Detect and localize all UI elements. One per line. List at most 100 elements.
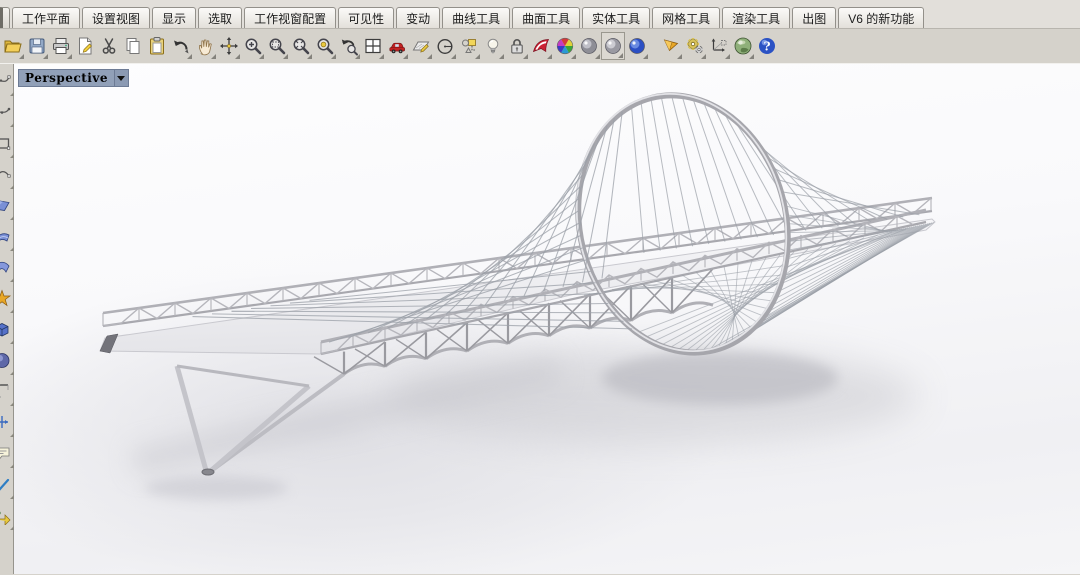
dimension-button[interactable] — [707, 32, 731, 60]
flyout-arrow-icon — [749, 54, 754, 59]
lightbulb-button[interactable] — [481, 32, 505, 60]
dimension-icon — [711, 38, 727, 52]
menu-tab[interactable]: 工作视窗配置 — [244, 7, 337, 28]
flyout-arrow-icon — [499, 54, 504, 59]
fillet-tool-button[interactable] — [0, 378, 14, 409]
menu-tab[interactable]: 选取 — [198, 7, 243, 28]
menu-tab[interactable]: 设置视图 — [82, 7, 151, 28]
menu-tab[interactable]: 工作平面 — [12, 7, 81, 28]
sphere-tool-icon — [0, 353, 10, 368]
menu-tab[interactable]: 渲染工具 — [722, 7, 791, 28]
flyout-arrow-icon — [547, 54, 552, 59]
globe-button[interactable] — [731, 32, 755, 60]
rotate-view-button[interactable] — [217, 32, 241, 60]
color-wheel-button[interactable] — [553, 32, 577, 60]
menu-tab[interactable]: 可见性 — [338, 7, 395, 28]
lock-button[interactable] — [505, 32, 529, 60]
surface-sweep-button[interactable] — [0, 254, 14, 285]
control-point-curve-icon — [0, 75, 11, 82]
flyout-arrow-icon — [618, 53, 623, 58]
help-button[interactable]: ? — [755, 32, 779, 60]
map-pen-button[interactable] — [409, 32, 433, 60]
undo-icon — [174, 40, 189, 54]
open-folder-button[interactable] — [1, 32, 25, 60]
pan-button[interactable] — [193, 32, 217, 60]
menu-tab-bar: 工作平面 设置视图 显示 选取 工作视窗配置 可见性 变动 曲线工具 曲面工具 实体工具 网格工具渲… — [0, 0, 1080, 29]
paste-button[interactable] — [145, 32, 169, 60]
arc-tool-button[interactable] — [0, 161, 14, 192]
menu-tab[interactable]: 网格工具 — [652, 7, 721, 28]
transform-tool-button[interactable] — [0, 409, 14, 440]
star-polygon-button[interactable] — [0, 285, 14, 316]
sphere-tool-button[interactable] — [0, 347, 14, 378]
new-file-button[interactable] — [73, 32, 97, 60]
help-icon: ? — [759, 38, 775, 54]
rectangle-tool-button[interactable] — [0, 130, 14, 161]
blue-sphere-button[interactable] — [625, 32, 649, 60]
menu-tab[interactable]: 曲线工具 — [442, 7, 511, 28]
save-button[interactable] — [25, 32, 49, 60]
car-button[interactable] — [385, 32, 409, 60]
annotation-tool-button[interactable] — [0, 440, 14, 471]
svg-text:?: ? — [763, 40, 770, 54]
gumball-tool-button[interactable] — [0, 502, 14, 533]
view-undo-button[interactable] — [337, 32, 361, 60]
flyout-arrow-icon — [701, 54, 706, 59]
control-point-curve-button[interactable] — [0, 68, 14, 99]
zoom-extents-button[interactable] — [289, 32, 313, 60]
circle-tool-button[interactable] — [433, 32, 457, 60]
gears-button[interactable] — [683, 32, 707, 60]
flyout-arrow-icon — [595, 54, 600, 59]
flyout-arrow-icon — [451, 54, 456, 59]
render-sphere-boxed-button[interactable] — [601, 32, 625, 60]
surface-loft-button[interactable] — [0, 223, 14, 254]
select-shapes-button[interactable] — [457, 32, 481, 60]
perspective-viewport[interactable]: Perspective — [14, 64, 1080, 574]
annotation-tool-icon — [0, 447, 10, 459]
rectangle-tool-icon — [0, 138, 11, 150]
flyout-arrow-icon — [677, 54, 682, 59]
check-tool-button[interactable] — [0, 471, 14, 502]
left-toolbar — [0, 64, 14, 574]
color-wheel-icon — [556, 37, 574, 55]
view-undo-icon — [341, 39, 358, 56]
zoom-window-button[interactable] — [265, 32, 289, 60]
print-button[interactable] — [49, 32, 73, 60]
clipped-tab[interactable] — [0, 7, 10, 28]
globe-icon — [734, 37, 752, 55]
flyout-arrow-icon — [403, 54, 408, 59]
render-sphere-button[interactable] — [577, 32, 601, 60]
copy-button[interactable] — [121, 32, 145, 60]
flamingo-button[interactable] — [529, 32, 553, 60]
cone-button[interactable] — [659, 32, 683, 60]
zoom-in-button[interactable] — [241, 32, 265, 60]
flyout-arrow-icon — [331, 54, 336, 59]
lock-icon — [511, 39, 523, 54]
flyout-arrow-icon — [523, 54, 528, 59]
bridge-3d-model — [99, 92, 936, 500]
menu-tab[interactable]: V6 的新功能 — [838, 7, 925, 28]
open-folder-icon — [4, 40, 22, 53]
viewport-layout-button[interactable] — [361, 32, 385, 60]
circle-tool-icon — [437, 38, 453, 55]
menu-tab[interactable]: 变动 — [396, 7, 441, 28]
menu-tab[interactable]: 实体工具 — [582, 7, 651, 28]
undo-button[interactable] — [169, 32, 193, 60]
menu-tab[interactable]: 曲面工具 — [512, 7, 581, 28]
menu-tab[interactable]: 显示 — [152, 7, 197, 28]
transform-tool-icon — [0, 416, 8, 428]
new-file-icon — [79, 37, 92, 55]
surface-plane-button[interactable] — [0, 192, 14, 223]
menu-tab[interactable]: 出图 — [792, 7, 837, 28]
gumball-tool-icon — [0, 511, 11, 526]
interpolate-curve-button[interactable] — [0, 99, 14, 130]
solid-box-button[interactable] — [0, 316, 14, 347]
cut-button[interactable] — [97, 32, 121, 60]
car-icon — [389, 42, 405, 54]
zoom-in-icon — [245, 38, 262, 55]
flyout-arrow-icon — [571, 54, 576, 59]
zoom-selected-button[interactable] — [313, 32, 337, 60]
zoom-selected-icon — [317, 38, 334, 55]
surface-loft-icon — [0, 233, 10, 242]
fillet-tool-icon — [0, 384, 9, 398]
